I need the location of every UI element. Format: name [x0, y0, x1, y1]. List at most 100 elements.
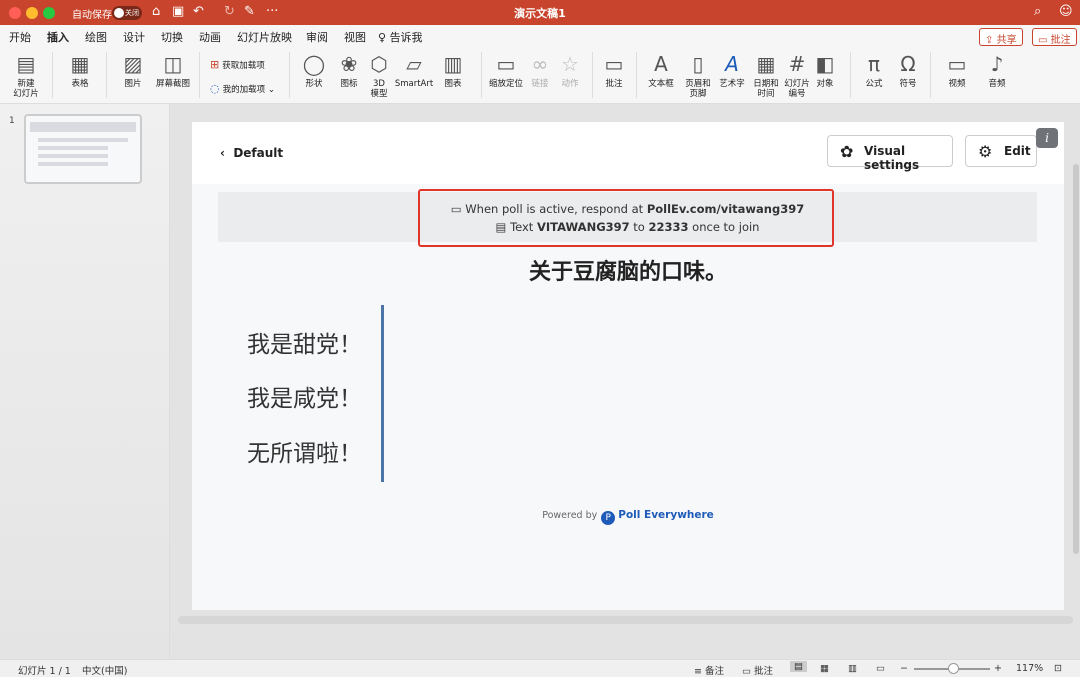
wordart-icon: A — [725, 52, 739, 76]
poll-option: 无所谓啦！ — [247, 441, 362, 467]
link-icon: ∞ — [531, 52, 549, 76]
object-button[interactable]: ◧ 对象 — [813, 52, 837, 89]
star-icon: ☆ — [561, 52, 579, 76]
tab-slideshow[interactable]: 幻灯片放映 — [237, 29, 292, 45]
tab-draw[interactable]: 绘图 — [85, 29, 107, 45]
back-label: Default — [233, 146, 284, 160]
notes-label: 备注 — [705, 666, 725, 677]
action-button[interactable]: ☆ 动作 — [557, 52, 583, 89]
icons-button[interactable]: ❀ 图标 — [333, 52, 365, 89]
table-icon: ▦ — [70, 52, 90, 76]
get-addins-label: 获取加载项 — [222, 61, 265, 71]
fit-to-window-icon[interactable]: ⊡ — [1054, 663, 1062, 674]
edit-button[interactable]: ⚙ Edit — [965, 135, 1037, 167]
reading-view-icon[interactable]: ▥ — [848, 663, 857, 674]
link-label: 链接 — [531, 79, 549, 89]
slide-sorter-icon[interactable]: ▦ — [820, 663, 829, 674]
comments-status-button[interactable]: ▭ 批注 — [742, 663, 773, 677]
table-button[interactable]: ▦ 表格 — [60, 52, 100, 89]
my-addins-button[interactable]: ◌ 我的加载项 ⌄ — [210, 82, 275, 95]
slide-thumbnail[interactable] — [24, 114, 142, 184]
tab-animations[interactable]: 动画 — [199, 29, 221, 45]
icons-label: 图标 — [340, 79, 358, 89]
new-slide-button[interactable]: ▤ 新建 幻灯片 — [6, 52, 46, 99]
equation-button[interactable]: π 公式 — [858, 52, 890, 89]
tab-view[interactable]: 视图 — [344, 29, 366, 45]
comment-label: 批注 — [605, 79, 623, 89]
ribbon-tabs: 开始 插入 绘图 设计 切换 动画 幻灯片放映 审阅 视图 ♀ 告诉我 ⇪ 共享… — [0, 25, 1080, 49]
get-addins-button[interactable]: ⊞ 获取加载项 — [210, 58, 265, 71]
tab-home[interactable]: 开始 — [9, 29, 31, 45]
edit-label: Edit — [1004, 144, 1031, 158]
ribbon-separator — [636, 52, 637, 98]
screenshot-button[interactable]: ◫ 屏幕截图 — [153, 52, 193, 89]
slide-canvas-area: ‹ Default ✿ Visual settings ⚙ Edit i ▭ Whe… — [170, 104, 1080, 659]
wordart-label: 艺术字 — [719, 79, 745, 89]
comment-button[interactable]: ▭ 批注 — [600, 52, 628, 89]
my-addins-label: 我的加载项 — [222, 85, 266, 95]
camera-icon: ◫ — [163, 52, 183, 76]
status-bar: 幻灯片 1 / 1 中文(中国) ≡ 备注 ▭ 批注 ▤ ▦ ▥ ▭ − + 1… — [0, 659, 1080, 677]
notes-button[interactable]: ≡ 备注 — [694, 663, 724, 677]
3d-models-button[interactable]: ⬡ 3D 模型 — [365, 52, 393, 99]
ribbon-separator — [481, 52, 482, 98]
tab-transitions[interactable]: 切换 — [161, 29, 183, 45]
document-title: 演示文稿1 — [514, 7, 566, 20]
comment-plus-icon: ▭ — [604, 52, 624, 76]
zoom-out-icon[interactable]: − — [900, 663, 908, 674]
zoom-level[interactable]: 117% — [1016, 663, 1043, 674]
zoom-button[interactable]: ▭ 缩放定位 — [488, 52, 524, 89]
video-button[interactable]: ▭ 视频 — [938, 52, 976, 89]
ribbon-separator — [592, 52, 593, 98]
picture-button[interactable]: ▨ 图片 — [114, 52, 152, 89]
shapes-icon: ◯ — [302, 52, 326, 76]
textbox-button[interactable]: A 文本框 — [644, 52, 678, 89]
datetime-button[interactable]: ▦ 日期和 时间 — [752, 52, 780, 99]
powered-by: Powered by P Poll Everywhere — [192, 509, 1064, 525]
tab-design[interactable]: 设计 — [123, 29, 145, 45]
share-icon: ⇪ — [985, 35, 994, 46]
slide-thumbnail-pane: 1 — [0, 104, 170, 659]
header-footer-label: 页眉和 页脚 — [685, 79, 711, 99]
horizontal-scrollbar[interactable] — [178, 616, 1073, 624]
info-icon[interactable]: i — [1036, 128, 1058, 148]
visual-settings-button[interactable]: ✿ Visual settings — [827, 135, 953, 172]
language[interactable]: 中文(中国) — [82, 663, 127, 677]
search-icon[interactable]: ⌕ — [1034, 4, 1041, 19]
slide-number-icon: # — [788, 52, 806, 76]
smartart-button[interactable]: ▱ SmartArt — [394, 52, 434, 89]
vertical-scrollbar[interactable] — [1073, 164, 1079, 554]
picture-label: 图片 — [124, 79, 142, 89]
textbox-icon: A — [654, 52, 668, 76]
object-icon: ◧ — [815, 52, 835, 76]
share-button[interactable]: ⇪ 共享 — [979, 28, 1023, 46]
slide[interactable]: ‹ Default ✿ Visual settings ⚙ Edit i ▭ Whe… — [192, 122, 1064, 610]
header-footer-button[interactable]: ▯ 页眉和 页脚 — [683, 52, 713, 99]
ribbon-separator — [199, 52, 200, 98]
slide-count: 幻灯片 1 / 1 — [18, 666, 71, 677]
smartart-label: SmartArt — [394, 79, 434, 89]
wordart-button[interactable]: A 艺术字 — [716, 52, 748, 89]
account-icon[interactable]: ☺ — [1059, 4, 1073, 19]
audio-button[interactable]: ♪ 音频 — [978, 52, 1016, 89]
link-button[interactable]: ∞ 链接 — [528, 52, 552, 89]
share-label: 共享 — [996, 35, 1017, 46]
shapes-button[interactable]: ◯ 形状 — [297, 52, 331, 89]
ribbon-separator — [106, 52, 107, 98]
tab-review[interactable]: 审阅 — [306, 29, 328, 45]
zoom-slider-knob[interactable] — [948, 663, 959, 674]
back-button[interactable]: ‹ Default — [220, 146, 283, 160]
comments-status-label: 批注 — [754, 666, 774, 677]
chart-button[interactable]: ▥ 图表 — [438, 52, 468, 89]
slide-number-button[interactable]: # 幻灯片 编号 — [782, 52, 812, 99]
comments-button[interactable]: ▭ 批注 — [1032, 28, 1077, 46]
poll-everywhere-logo-icon: P — [601, 511, 616, 525]
zoom-in-icon[interactable]: + — [994, 663, 1002, 674]
tab-tell-me[interactable]: ♀ 告诉我 — [378, 29, 423, 45]
symbol-button[interactable]: Ω 符号 — [894, 52, 922, 89]
normal-view-icon[interactable]: ▤ — [790, 661, 807, 672]
results-axis-line — [381, 305, 384, 482]
audio-label: 音频 — [988, 79, 1006, 89]
slideshow-icon[interactable]: ▭ — [876, 663, 885, 674]
my-addins-icon: ◌ — [210, 82, 220, 95]
